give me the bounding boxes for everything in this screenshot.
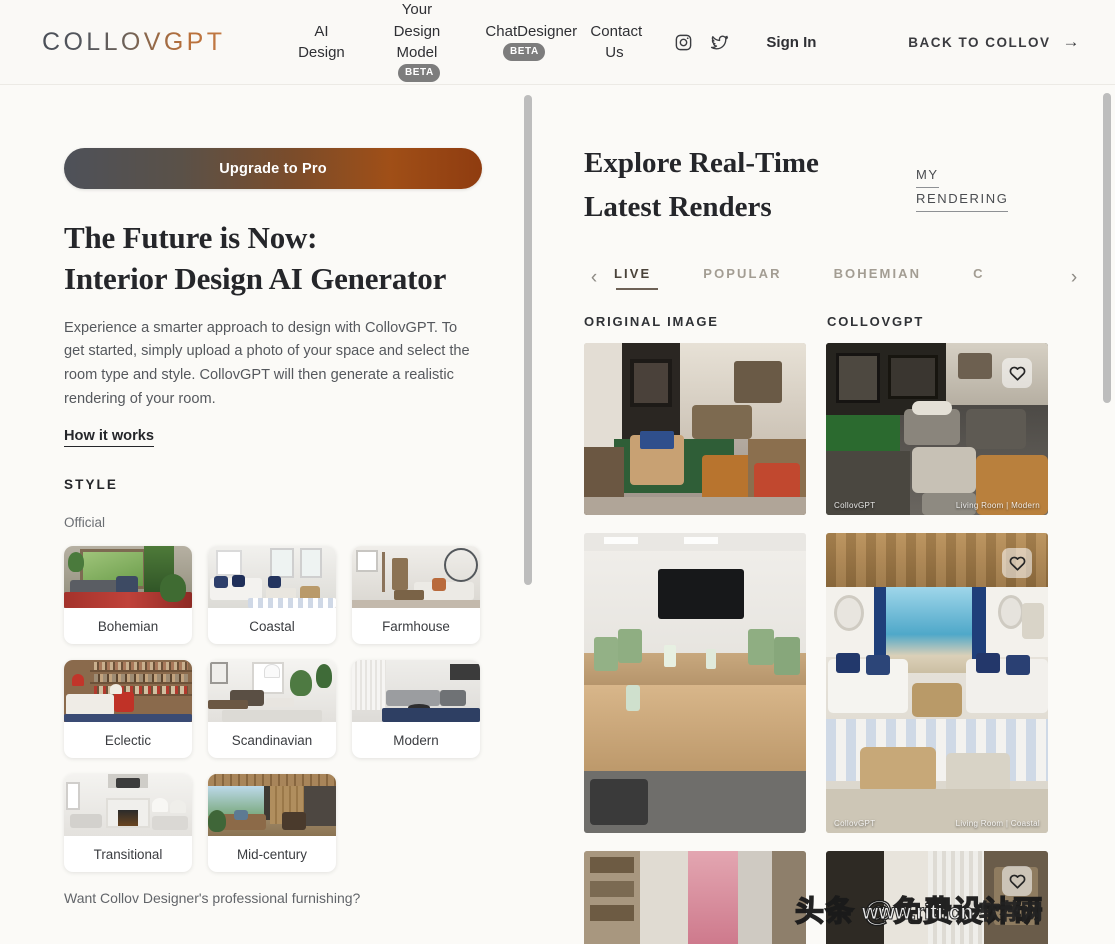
style-card-farmhouse[interactable]: Farmhouse — [352, 546, 480, 645]
furnishing-note: Want Collov Designer's professional furn… — [64, 890, 361, 907]
original-image-3[interactable] — [584, 851, 806, 944]
style-thumbnail — [64, 546, 192, 609]
logo[interactable]: COLLOVGPT — [42, 28, 225, 57]
instagram-icon[interactable] — [674, 33, 693, 52]
upgrade-to-pro-button[interactable]: Upgrade to Pro — [64, 148, 482, 189]
tab-partial[interactable]: C — [973, 266, 985, 290]
tab-strip: LIVE POPULAR BOHEMIAN C — [614, 266, 1054, 290]
style-card-scandinavian[interactable]: Scandinavian — [208, 660, 336, 759]
style-thumbnail — [64, 774, 192, 837]
style-thumbnail — [208, 546, 336, 609]
original-image-1[interactable] — [584, 343, 806, 515]
right-scrollbar-thumb[interactable] — [1103, 93, 1111, 403]
style-thumbnail — [352, 546, 480, 609]
style-card-coastal[interactable]: Coastal — [208, 546, 336, 645]
page-title-line1: The Future is Now: — [64, 220, 318, 255]
style-thumbnail — [64, 660, 192, 723]
tabs-next-arrow-icon[interactable]: › — [1064, 267, 1084, 289]
back-to-collov-link[interactable]: BACK TO COLLOV → — [908, 32, 1081, 52]
page-root: COLLOVGPT AI Design Your Design Model BET… — [0, 0, 1115, 944]
style-card-label: Eclectic — [104, 732, 152, 748]
renders-title: Explore Real-Time Latest Renders — [584, 142, 884, 229]
nav-label-contact-us: Contact Us — [590, 22, 643, 61]
style-card-label: Mid-century — [237, 846, 307, 862]
nav-item-contact-us[interactable]: Contact Us — [574, 21, 654, 64]
style-card-grid: Bohemian Coastal Farmhouse Eclectic Scan… — [64, 546, 482, 873]
style-card-modern[interactable]: Modern — [352, 660, 480, 759]
renders-title-line1: Explore Real-Time — [584, 147, 819, 179]
favorite-button-1[interactable] — [1002, 358, 1032, 388]
intro-paragraph: Experience a smarter approach to design … — [64, 319, 470, 407]
back-to-collov-label: BACK TO COLLOV — [908, 34, 1051, 50]
render-image-2[interactable]: CollovGPT Living Room | Coastal — [826, 533, 1048, 833]
left-panel: Upgrade to Pro The Future is Now: Interi… — [0, 85, 537, 944]
original-column — [584, 343, 806, 944]
nav-item-your-design-model[interactable]: Your Design Model BETA — [364, 0, 469, 85]
my-rendering-line2: RENDERING — [916, 188, 1009, 212]
nav-item-ai-design[interactable]: AI Design — [278, 21, 364, 64]
style-card-bohemian[interactable]: Bohemian — [64, 546, 192, 645]
beta-badge-chatdesigner: BETA — [502, 42, 545, 62]
right-panel: Explore Real-Time Latest Renders MY REND… — [537, 85, 1115, 944]
style-card-label: Transitional — [93, 846, 163, 862]
style-card-label: Coastal — [249, 618, 295, 634]
column-header-original: ORIGINAL IMAGE — [584, 314, 719, 329]
render-image-3[interactable] — [826, 851, 1048, 944]
heart-icon — [1009, 556, 1025, 571]
nav-label-ai-design: AI Design — [298, 22, 345, 61]
filter-tabs: ‹ LIVE POPULAR BOHEMIAN C › — [584, 261, 1084, 295]
left-content: Upgrade to Pro The Future is Now: Interi… — [64, 85, 482, 906]
style-thumbnail — [208, 660, 336, 723]
style-card-mid-century[interactable]: Mid-century — [208, 774, 336, 873]
collovgpt-column: CollovGPT Living Room | Modern CollovGPT… — [826, 343, 1048, 944]
render-grid: CollovGPT Living Room | Modern CollovGPT… — [584, 343, 1084, 944]
my-rendering-line1: MY — [916, 164, 939, 188]
tab-bohemian[interactable]: BOHEMIAN — [834, 266, 922, 290]
tabs-prev-arrow-icon[interactable]: ‹ — [584, 267, 604, 289]
render-image-1[interactable]: CollovGPT Living Room | Modern — [826, 343, 1048, 515]
nav-item-chatdesigner[interactable]: ChatDesigner BETA — [469, 21, 578, 64]
heart-icon — [1009, 366, 1025, 381]
style-thumbnail — [208, 774, 336, 837]
site-header: COLLOVGPT AI Design Your Design Model BET… — [0, 0, 1115, 85]
renders-title-line2: Latest Renders — [584, 190, 772, 223]
original-image-2[interactable] — [584, 533, 806, 833]
style-card-transitional[interactable]: Transitional — [64, 774, 192, 873]
favorite-button-3[interactable] — [1002, 866, 1032, 896]
gallery-column-headers: ORIGINAL IMAGE COLLOVGPT — [584, 314, 1084, 329]
official-label: Official — [64, 515, 106, 531]
beta-badge-your-design-model: BETA — [397, 64, 440, 83]
style-thumbnail — [352, 660, 480, 723]
nav-label-chatdesigner: ChatDesigner — [485, 22, 578, 40]
page-title: The Future is Now: Interior Design AI Ge… — [64, 218, 482, 300]
right-content: Explore Real-Time Latest Renders MY REND… — [584, 85, 1084, 944]
column-header-collovgpt: COLLOVGPT — [827, 314, 925, 329]
style-card-label: Modern — [393, 732, 439, 748]
twitter-icon[interactable] — [710, 33, 729, 52]
style-card-eclectic[interactable]: Eclectic — [64, 660, 192, 759]
page-title-line2: Interior Design AI Generator — [64, 260, 447, 296]
social-links: Sign In — [674, 33, 816, 52]
tab-live[interactable]: LIVE — [614, 266, 659, 290]
left-scrollbar-thumb[interactable] — [524, 95, 532, 585]
my-rendering-link[interactable]: MY RENDERING — [916, 164, 1034, 212]
style-card-label: Farmhouse — [382, 618, 450, 634]
sign-in-link[interactable]: Sign In — [766, 34, 816, 51]
style-card-label: Bohemian — [97, 618, 159, 634]
arrow-right-icon: → — [1062, 32, 1081, 51]
heart-icon — [1009, 874, 1025, 889]
favorite-button-2[interactable] — [1002, 548, 1032, 578]
content-area: Upgrade to Pro The Future is Now: Interi… — [0, 85, 1115, 944]
renders-header: Explore Real-Time Latest Renders MY REND… — [584, 142, 1084, 229]
style-card-label: Scandinavian — [231, 732, 313, 748]
tab-popular[interactable]: POPULAR — [703, 266, 781, 290]
main-nav: AI Design Your Design Model BETA ChatDesi… — [278, 0, 654, 85]
nav-label-your-design-model: Your Design Model — [393, 1, 441, 61]
how-it-works-link[interactable]: How it works — [64, 428, 155, 448]
style-section-heading: STYLE — [64, 477, 119, 493]
